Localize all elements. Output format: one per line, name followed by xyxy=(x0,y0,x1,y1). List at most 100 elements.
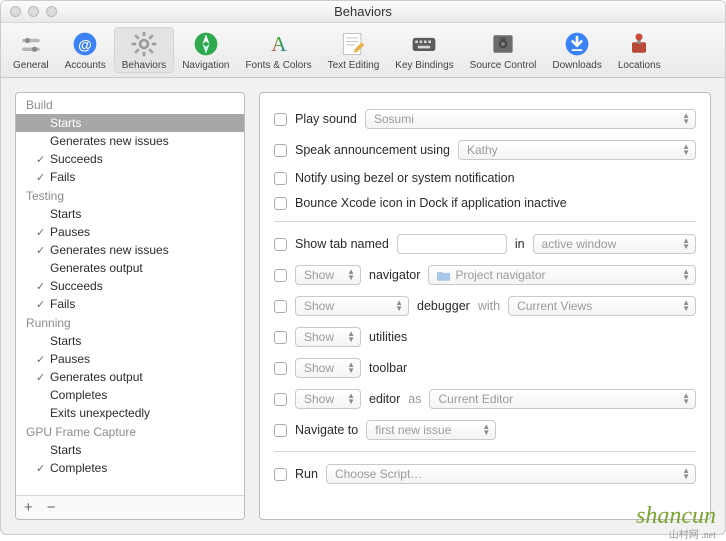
add-behavior-button[interactable]: + xyxy=(24,499,33,516)
toolbar-downloads[interactable]: Downloads xyxy=(544,27,609,73)
check-icon: ✓ xyxy=(36,171,50,184)
sidebar-item-label: Generates new issues xyxy=(50,134,169,148)
sidebar-item[interactable]: ✓Completes xyxy=(16,459,244,477)
tab-name-field[interactable] xyxy=(397,234,507,254)
toolbar-locations[interactable]: Locations xyxy=(610,27,669,73)
sidebar-item-label: Completes xyxy=(50,388,107,402)
navigate-checkbox[interactable] xyxy=(274,424,287,437)
updown-icon: ▲▼ xyxy=(682,393,690,405)
folder-icon xyxy=(437,270,451,281)
run-row: Run Choose Script… ▲▼ xyxy=(274,464,696,484)
content-area: BuildStartsGenerates new issues✓Succeeds… xyxy=(1,78,725,534)
sidebar-item[interactable]: Completes xyxy=(16,386,244,404)
updown-icon: ▲▼ xyxy=(347,331,355,343)
tab-window-select[interactable]: active window ▲▼ xyxy=(533,234,696,254)
toolbar-navigation[interactable]: Navigation xyxy=(174,27,237,73)
sidebar-item[interactable]: ✓Generates new issues xyxy=(16,241,244,259)
check-icon: ✓ xyxy=(36,280,50,293)
window-title: Behaviors xyxy=(1,4,725,19)
check-icon: ✓ xyxy=(36,244,50,257)
show-tab-row: Show tab named in active window ▲▼ xyxy=(274,234,696,254)
downloads-icon xyxy=(563,30,591,58)
sidebar-item-label: Fails xyxy=(50,170,75,184)
sidebar-item[interactable]: Generates output xyxy=(16,259,244,277)
sidebar-item[interactable]: Generates new issues xyxy=(16,132,244,150)
updown-icon: ▲▼ xyxy=(682,144,690,156)
toolbar-keys[interactable]: Key Bindings xyxy=(387,27,461,73)
sidebar-item-label: Completes xyxy=(50,461,107,475)
toolbar-row: Show ▲▼ toolbar xyxy=(274,358,696,378)
sidebar-item[interactable]: Starts xyxy=(16,205,244,223)
behaviors-list[interactable]: BuildStartsGenerates new issues✓Succeeds… xyxy=(16,93,244,495)
speak-checkbox[interactable] xyxy=(274,144,287,157)
locations-icon xyxy=(625,30,653,58)
sidebar-item[interactable]: Starts xyxy=(16,441,244,459)
toolbar-action-select[interactable]: Show ▲▼ xyxy=(295,358,361,378)
toolbar-checkbox[interactable] xyxy=(274,362,287,375)
editor-checkbox[interactable] xyxy=(274,393,287,406)
navigation-icon xyxy=(192,30,220,58)
navigate-select[interactable]: first new issue ▲▼ xyxy=(366,420,496,440)
bounce-checkbox[interactable] xyxy=(274,197,287,210)
navigator-select[interactable]: Project navigator ▲▼ xyxy=(428,265,696,285)
sidebar-item[interactable]: ✓Succeeds xyxy=(16,150,244,168)
utilities-label: utilities xyxy=(369,330,407,344)
svg-text:A: A xyxy=(271,32,287,56)
utilities-action-select[interactable]: Show ▲▼ xyxy=(295,327,361,347)
updown-icon: ▲▼ xyxy=(347,269,355,281)
updown-icon: ▲▼ xyxy=(682,269,690,281)
play-sound-checkbox[interactable] xyxy=(274,113,287,126)
sidebar-item[interactable]: ✓Fails xyxy=(16,168,244,186)
updown-icon: ▲▼ xyxy=(682,113,690,125)
updown-icon: ▲▼ xyxy=(482,424,490,436)
show-tab-checkbox[interactable] xyxy=(274,238,287,251)
sidebar-item[interactable]: ✓Pauses xyxy=(16,223,244,241)
toolbar-text[interactable]: Text Editing xyxy=(320,27,388,73)
toolbar-general[interactable]: General xyxy=(5,27,57,73)
speak-voice-select[interactable]: Kathy ▲▼ xyxy=(458,140,696,160)
toolbar-behaviors[interactable]: Behaviors xyxy=(114,27,174,73)
debugger-row: Show ▲▼ debugger with Current Views ▲▼ xyxy=(274,296,696,316)
play-sound-row: Play sound Sosumi ▲▼ xyxy=(274,109,696,129)
toolbar-label: Locations xyxy=(618,60,661,71)
updown-icon: ▲▼ xyxy=(347,393,355,405)
sidebar-item[interactable]: ✓Generates output xyxy=(16,368,244,386)
navigate-label: Navigate to xyxy=(295,423,358,437)
sidebar-item[interactable]: Exits unexpectedly xyxy=(16,404,244,422)
updown-icon: ▲▼ xyxy=(682,300,690,312)
sidebar-item[interactable]: ✓Fails xyxy=(16,295,244,313)
sidebar-item-label: Starts xyxy=(50,443,81,457)
preferences-window: Behaviors General@AccountsBehaviorsNavig… xyxy=(0,0,726,535)
sidebar-item[interactable]: ✓Succeeds xyxy=(16,277,244,295)
check-icon: ✓ xyxy=(36,298,50,311)
toolbar-source[interactable]: Source Control xyxy=(462,27,545,73)
run-checkbox[interactable] xyxy=(274,468,287,481)
remove-behavior-button[interactable]: − xyxy=(47,499,56,516)
navigator-checkbox[interactable] xyxy=(274,269,287,282)
toolbar-accounts[interactable]: @Accounts xyxy=(57,27,114,73)
sidebar-item[interactable]: Starts xyxy=(16,332,244,350)
play-sound-label: Play sound xyxy=(295,112,357,126)
check-icon: ✓ xyxy=(36,226,50,239)
sidebar-item-label: Generates output xyxy=(50,261,143,275)
sidebar-group-header: Testing xyxy=(16,186,244,205)
sidebar-item-label: Exits unexpectedly xyxy=(50,406,150,420)
play-sound-select[interactable]: Sosumi ▲▼ xyxy=(365,109,696,129)
updown-icon: ▲▼ xyxy=(395,300,403,312)
bounce-row: Bounce Xcode icon in Dock if application… xyxy=(274,196,696,210)
utilities-checkbox[interactable] xyxy=(274,331,287,344)
sidebar-item-label: Pauses xyxy=(50,225,90,239)
debugger-action-select[interactable]: Show ▲▼ xyxy=(295,296,409,316)
svg-text:@: @ xyxy=(78,36,92,52)
debugger-views-select[interactable]: Current Views ▲▼ xyxy=(508,296,696,316)
sidebar-item[interactable]: Starts xyxy=(16,114,244,132)
notify-checkbox[interactable] xyxy=(274,172,287,185)
navigator-action-select[interactable]: Show ▲▼ xyxy=(295,265,361,285)
toolbar-fonts[interactable]: AFonts & Colors xyxy=(237,27,319,73)
sidebar-item[interactable]: ✓Pauses xyxy=(16,350,244,368)
editor-type-select[interactable]: Current Editor ▲▼ xyxy=(429,389,696,409)
debugger-checkbox[interactable] xyxy=(274,300,287,313)
run-script-select[interactable]: Choose Script… ▲▼ xyxy=(326,464,696,484)
editor-row: Show ▲▼ editor as Current Editor ▲▼ xyxy=(274,389,696,409)
editor-action-select[interactable]: Show ▲▼ xyxy=(295,389,361,409)
